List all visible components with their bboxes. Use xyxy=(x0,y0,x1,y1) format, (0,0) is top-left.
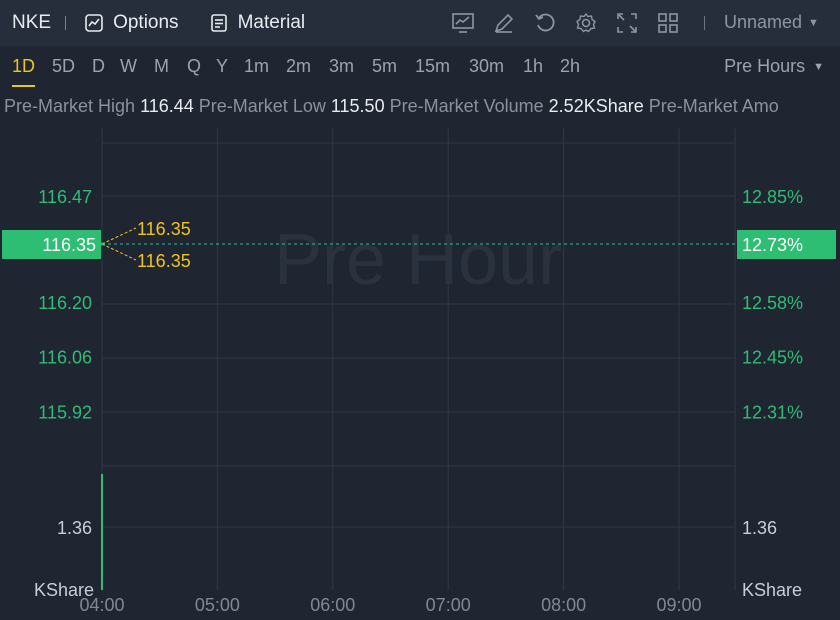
layout-name-label: Unnamed xyxy=(724,12,803,32)
session-selector[interactable]: Pre Hours ▼ xyxy=(724,56,824,77)
volume-tick-left: 1.36 xyxy=(57,518,92,538)
period-tab-3m[interactable]: 3m xyxy=(329,56,354,77)
toolbar-divider-right xyxy=(704,16,705,30)
chart-icon[interactable] xyxy=(451,11,475,35)
pre-market-stats: Pre-Market High 116.44 Pre-Market Low 11… xyxy=(4,96,840,117)
y-pct-tick-label: 12.45% xyxy=(742,348,803,368)
caret-down-icon: ▼ xyxy=(813,60,824,73)
callout-price-lower: 116.35 xyxy=(137,251,191,271)
toolbar-divider xyxy=(65,16,67,30)
period-tab-1d[interactable]: 1D xyxy=(12,56,36,87)
y-tick-label: 116.47 xyxy=(38,187,92,207)
period-tab-y[interactable]: Y xyxy=(216,56,228,77)
period-tab-1m[interactable]: 1m xyxy=(244,56,269,77)
pre-market-volume-value: 2.52KShare xyxy=(548,96,644,116)
layout-selector[interactable]: Unnamed ▼ xyxy=(724,12,819,33)
stock-symbol[interactable]: NKE xyxy=(12,12,51,34)
pre-market-low-value: 115.50 xyxy=(330,96,385,116)
period-tab-5d[interactable]: 5D xyxy=(52,56,75,77)
material-button[interactable]: Material xyxy=(209,12,306,34)
price-point xyxy=(100,242,104,246)
options-chart-icon xyxy=(84,13,104,33)
y-pct-tick-label: 12.58% xyxy=(742,293,803,313)
volume-tick-right: 1.36 xyxy=(742,518,777,538)
period-tab-2h[interactable]: 2h xyxy=(560,56,580,77)
x-tick-label: 06:00 xyxy=(310,595,355,615)
pre-market-volume-label: Pre-Market Volume xyxy=(389,96,544,116)
y-tick-label: 115.92 xyxy=(38,403,92,423)
pre-market-high-label: Pre-Market High xyxy=(4,96,136,116)
pre-market-amount-label: Pre-Market Amo xyxy=(648,96,779,116)
period-tab-q[interactable]: Q xyxy=(187,56,201,77)
x-tick-label: 05:00 xyxy=(195,595,240,615)
volume-bar xyxy=(101,474,103,590)
x-tick-label: 08:00 xyxy=(541,595,586,615)
undo-icon[interactable] xyxy=(533,11,557,35)
pre-market-high-value: 116.44 xyxy=(140,96,194,116)
options-button[interactable]: Options xyxy=(84,12,179,34)
price-chart[interactable]: Pre Hour 116.47 12.85% 116.20 12.58% 116.06 1… xyxy=(0,126,840,620)
volume-unit-right: KShare xyxy=(742,580,802,600)
chart-tools xyxy=(451,11,680,35)
y-pct-tick-label: 12.31% xyxy=(742,403,803,423)
period-tab-d[interactable]: D xyxy=(92,56,105,77)
chart-watermark: Pre Hour xyxy=(274,220,562,300)
y-tick-label: 116.06 xyxy=(38,348,92,368)
period-tab-2m[interactable]: 2m xyxy=(286,56,311,77)
caret-down-icon: ▼ xyxy=(808,16,819,29)
current-price-value: 116.35 xyxy=(42,235,96,255)
document-icon xyxy=(209,13,229,33)
x-tick-label: 04:00 xyxy=(79,595,124,615)
callout-line-upper xyxy=(101,227,137,245)
y-pct-tick-label: 12.85% xyxy=(742,187,803,207)
period-tab-5m[interactable]: 5m xyxy=(372,56,397,77)
layout-grid-icon[interactable] xyxy=(656,11,680,35)
fullscreen-icon[interactable] xyxy=(615,11,639,35)
period-tab-30m[interactable]: 30m xyxy=(469,56,504,77)
options-label: Options xyxy=(113,12,179,33)
period-tab-1h[interactable]: 1h xyxy=(523,56,543,77)
session-label: Pre Hours xyxy=(724,56,806,76)
draw-icon[interactable] xyxy=(492,11,516,35)
callout-price-upper: 116.35 xyxy=(137,219,191,239)
top-toolbar: NKE Options Material Unnamed ▼ xyxy=(0,0,840,46)
settings-icon[interactable] xyxy=(574,11,598,35)
period-tabs: 1D 5D D W M Q Y 1m 2m 3m 5m 15m 30m 1h 2h Pre Hours ▼ xyxy=(0,46,840,88)
material-label: Material xyxy=(237,12,306,33)
period-tab-15m[interactable]: 15m xyxy=(415,56,450,77)
period-tab-m[interactable]: M xyxy=(154,56,169,77)
period-tab-w[interactable]: W xyxy=(120,56,137,77)
x-tick-label: 07:00 xyxy=(426,595,471,615)
callout-line-lower xyxy=(101,243,137,261)
pre-market-low-label: Pre-Market Low xyxy=(198,96,326,116)
chart-grid xyxy=(101,128,736,590)
x-tick-label: 09:00 xyxy=(656,595,701,615)
current-pct-value: 12.73% xyxy=(742,235,803,255)
y-tick-label: 116.20 xyxy=(38,293,92,313)
